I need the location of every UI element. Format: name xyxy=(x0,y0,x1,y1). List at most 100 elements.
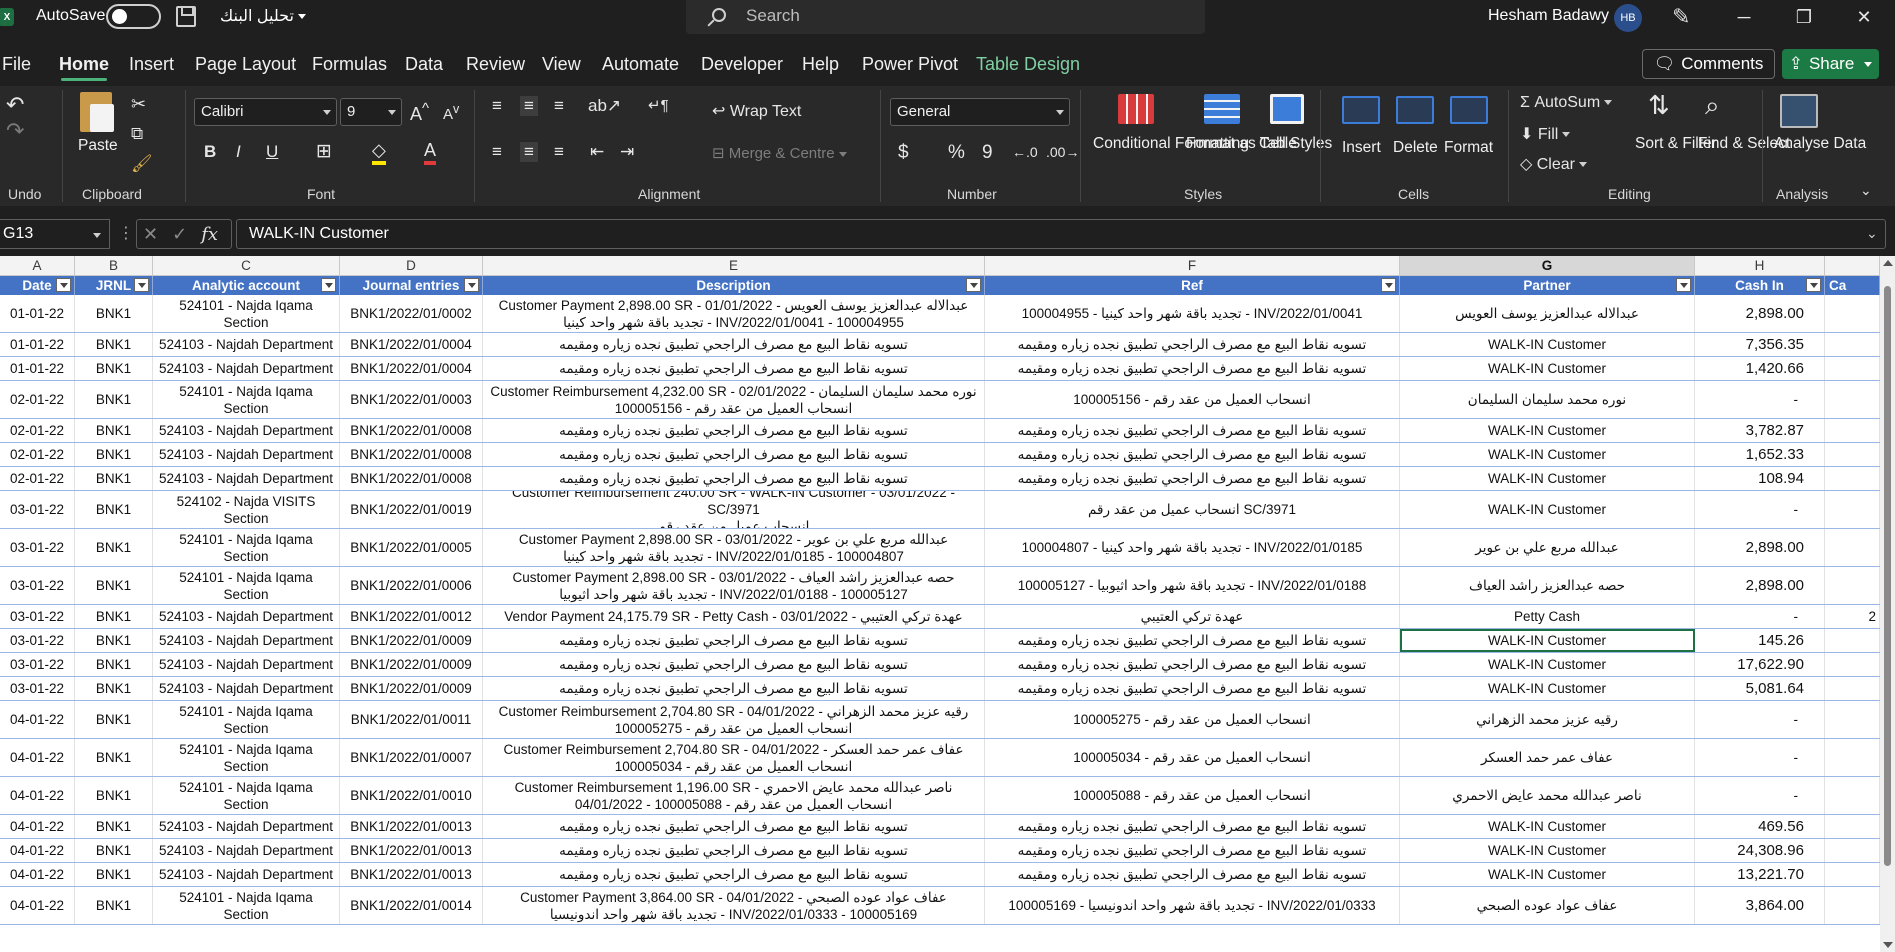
cell-i[interactable] xyxy=(1825,677,1880,700)
cell-c[interactable]: 524103 - Najdah Department xyxy=(153,863,340,886)
cell-i[interactable] xyxy=(1825,443,1880,466)
cell-d[interactable]: BNK1/2022/01/0006 xyxy=(340,567,483,604)
autosum-button[interactable]: Σ AutoSum xyxy=(1520,94,1613,112)
column-header-d[interactable]: D xyxy=(340,256,483,276)
cell-g[interactable]: عفاف عواد عوده الصبحي xyxy=(1400,887,1695,924)
cell-a[interactable]: 02-01-22 xyxy=(0,443,75,466)
cell-c[interactable]: 524103 - Najdah Department xyxy=(153,357,340,380)
increase-decimal-icon[interactable]: ←.0 xyxy=(1012,144,1038,160)
cell-g[interactable]: WALK-IN Customer xyxy=(1400,863,1695,886)
clear-button[interactable]: ◇ Clear xyxy=(1520,154,1587,174)
cell-d[interactable]: BNK1/2022/01/0003 xyxy=(340,381,483,418)
cell-c[interactable]: 524101 - Najda Iqama Section xyxy=(153,295,340,332)
cell-h[interactable]: - xyxy=(1695,381,1825,418)
filter-dropdown-icon[interactable] xyxy=(56,278,71,292)
cell-f[interactable]: تجديد باقة شهر واحد كينيا - 100004807 - … xyxy=(985,529,1400,566)
cell-f[interactable]: انسحاب العميل من عقد رقم - 100005034 xyxy=(985,739,1400,776)
cell-b[interactable]: BNK1 xyxy=(75,653,153,676)
scrollbar-thumb[interactable] xyxy=(1884,286,1891,866)
cell-c[interactable]: 524101 - Najda Iqama Section xyxy=(153,739,340,776)
cell-b[interactable]: BNK1 xyxy=(75,357,153,380)
minimize-icon[interactable]: ─ xyxy=(1721,2,1767,32)
cell-f[interactable]: تسويه نقاط البيع مع مصرف الراجحي تطبيق ن… xyxy=(985,629,1400,652)
align-left-icon[interactable]: ≡ xyxy=(492,142,502,162)
borders-icon[interactable]: ⊞ xyxy=(316,140,332,163)
font-color-icon[interactable]: A xyxy=(424,140,437,165)
filter-dropdown-icon[interactable] xyxy=(1806,278,1821,292)
tab-insert[interactable]: Insert xyxy=(129,54,174,75)
collapse-ribbon-icon[interactable]: ⌄ xyxy=(1860,182,1872,199)
tab-table-design[interactable]: Table Design xyxy=(976,54,1080,75)
cell-a[interactable]: 02-01-22 xyxy=(0,381,75,418)
cell-d[interactable]: BNK1/2022/01/0013 xyxy=(340,839,483,862)
column-header-i[interactable] xyxy=(1825,256,1880,276)
save-icon[interactable] xyxy=(176,6,196,27)
tab-automate[interactable]: Automate xyxy=(602,54,679,75)
cell-e[interactable]: تسويه نقاط البيع مع مصرف الراجحي تطبيق ن… xyxy=(483,629,985,652)
bold-button[interactable]: B xyxy=(204,142,216,162)
cell-a[interactable]: 02-01-22 xyxy=(0,419,75,442)
column-header-a[interactable]: A xyxy=(0,256,75,276)
cell-h[interactable]: 2,898.00 xyxy=(1695,567,1825,604)
formula-input[interactable]: WALK-IN Customer xyxy=(236,219,1886,249)
cell-c[interactable]: 524103 - Najdah Department xyxy=(153,443,340,466)
cell-styles-button[interactable]: Cell Styles xyxy=(1259,134,1332,153)
currency-icon[interactable]: $ xyxy=(898,142,909,164)
cell-e[interactable]: Customer Reimbursement 1,196.00 SR - ناص… xyxy=(483,777,985,814)
cell-e[interactable]: تسويه نقاط البيع مع مصرف الراجحي تطبيق ن… xyxy=(483,357,985,380)
cell-f[interactable]: انسحاب عميل من عقد رقم SC/3971 xyxy=(985,491,1400,528)
cell-a[interactable]: 04-01-22 xyxy=(0,887,75,924)
cell-h[interactable]: 7,356.35 xyxy=(1695,333,1825,356)
cell-i[interactable] xyxy=(1825,701,1880,738)
cell-h[interactable]: - xyxy=(1695,605,1825,628)
cell-h[interactable]: 13,221.70 xyxy=(1695,863,1825,886)
cell-h[interactable]: 469.56 xyxy=(1695,815,1825,838)
cell-d[interactable]: BNK1/2022/01/0013 xyxy=(340,815,483,838)
comma-style-icon[interactable]: 9 xyxy=(982,142,993,164)
cell-f[interactable]: تسويه نقاط البيع مع مصرف الراجحي تطبيق ن… xyxy=(985,863,1400,886)
cell-c[interactable]: 524103 - Najdah Department xyxy=(153,839,340,862)
tab-developer[interactable]: Developer xyxy=(701,54,783,75)
vertical-scrollbar[interactable] xyxy=(1880,256,1895,952)
worksheet-grid[interactable]: ABCDEFGH Date JRNL Analytic account Journal… xyxy=(0,256,1880,952)
filter-dropdown-icon[interactable] xyxy=(1676,278,1691,292)
cell-g[interactable]: WALK-IN Customer xyxy=(1400,653,1695,676)
cell-f[interactable]: تسويه نقاط البيع مع مصرف الراجحي تطبيق ن… xyxy=(985,467,1400,490)
cell-b[interactable]: BNK1 xyxy=(75,815,153,838)
cell-c[interactable]: 524101 - Najda Iqama Section xyxy=(153,529,340,566)
cell-a[interactable]: 03-01-22 xyxy=(0,567,75,604)
cell-a[interactable]: 01-01-22 xyxy=(0,295,75,332)
cell-b[interactable]: BNK1 xyxy=(75,491,153,528)
cell-c[interactable]: 524103 - Najdah Department xyxy=(153,653,340,676)
tab-data[interactable]: Data xyxy=(405,54,443,75)
cell-g[interactable]: WALK-IN Customer xyxy=(1400,815,1695,838)
cell-i[interactable] xyxy=(1825,529,1880,566)
cell-f[interactable]: تسويه نقاط البيع مع مصرف الراجحي تطبيق ن… xyxy=(985,677,1400,700)
cell-c[interactable]: 524103 - Najdah Department xyxy=(153,629,340,652)
cell-f[interactable]: تسويه نقاط البيع مع مصرف الراجحي تطبيق ن… xyxy=(985,333,1400,356)
cell-a[interactable]: 03-01-22 xyxy=(0,529,75,566)
cell-i[interactable] xyxy=(1825,653,1880,676)
insert-cells-button[interactable]: Insert xyxy=(1342,138,1381,157)
column-header-e[interactable]: E xyxy=(483,256,985,276)
cell-h[interactable]: 1,652.33 xyxy=(1695,443,1825,466)
cell-b[interactable]: BNK1 xyxy=(75,839,153,862)
cell-c[interactable]: 524103 - Najdah Department xyxy=(153,677,340,700)
cell-c[interactable]: 524101 - Najda Iqama Section xyxy=(153,887,340,924)
cell-a[interactable]: 04-01-22 xyxy=(0,739,75,776)
column-header-b[interactable]: B xyxy=(75,256,153,276)
comments-button[interactable]: 🗨 Comments xyxy=(1642,49,1775,79)
tab-formulas[interactable]: Formulas xyxy=(312,54,387,75)
filter-dropdown-icon[interactable] xyxy=(134,278,149,292)
cell-b[interactable]: BNK1 xyxy=(75,419,153,442)
cell-d[interactable]: BNK1/2022/01/0012 xyxy=(340,605,483,628)
cell-g[interactable]: عبدالاله عبدالعزيز يوسف العويس xyxy=(1400,295,1695,332)
cell-g[interactable]: نوره محمد سليمان السليمان xyxy=(1400,381,1695,418)
cell-h[interactable]: - xyxy=(1695,491,1825,528)
cell-d[interactable]: BNK1/2022/01/0010 xyxy=(340,777,483,814)
cell-d[interactable]: BNK1/2022/01/0002 xyxy=(340,295,483,332)
cell-i[interactable]: 2 xyxy=(1825,605,1880,628)
cut-icon[interactable]: ✂ xyxy=(131,94,146,115)
analyse-data-button[interactable]: Analyse Data xyxy=(1774,134,1866,153)
cell-f[interactable]: انسحاب العميل من عقد رقم - 100005088 xyxy=(985,777,1400,814)
